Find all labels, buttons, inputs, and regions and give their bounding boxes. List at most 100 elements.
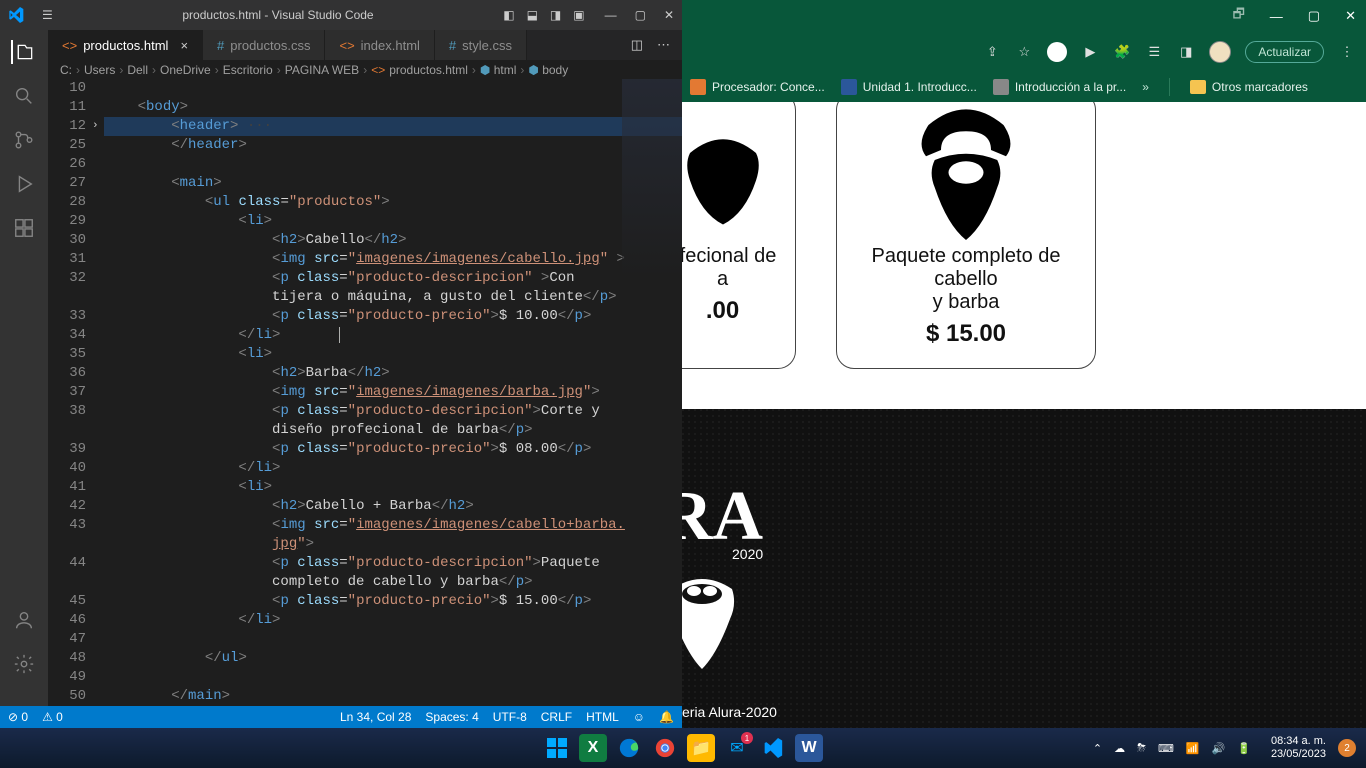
browser-restore-down-icon[interactable]: 🗗	[1233, 5, 1245, 27]
product-desc: Paquete completo de cabelloy barba	[853, 245, 1079, 314]
editor-tab[interactable]: <>index.html	[325, 30, 434, 60]
fold-icon[interactable]: ›	[92, 117, 99, 136]
bookmark-item[interactable]: Procesador: Conce...	[690, 79, 825, 95]
volume-icon[interactable]: 🔊	[1212, 742, 1226, 755]
minimap[interactable]	[622, 79, 682, 279]
status-lang[interactable]: HTML	[586, 710, 619, 724]
debug-icon[interactable]	[12, 172, 36, 196]
product-image-cabello-barba	[881, 105, 1051, 245]
excel-app-icon[interactable]: X	[579, 734, 607, 762]
system-tray: ⌃ ☁ ⛈ ⌨ 📶 🔊 🔋 08:34 a. m. 23/05/2023 2	[1093, 735, 1356, 761]
browser-title-bar[interactable]: 🗗 — ▢ ✕	[682, 0, 1366, 32]
word-app-icon[interactable]: W	[795, 734, 823, 762]
breadcrumb-segment[interactable]: productos.html	[389, 63, 468, 77]
keyboard-lang-icon[interactable]: ⌨	[1158, 742, 1174, 755]
taskbar-clock[interactable]: 08:34 a. m. 23/05/2023	[1271, 735, 1326, 761]
panel-right-icon[interactable]: ◨	[550, 8, 561, 22]
weather-icon[interactable]: ⛈	[1137, 742, 1146, 755]
breadcrumb-segment[interactable]: Users	[84, 63, 115, 77]
code-editor[interactable]: 1011122526272829303132333435363738394041…	[48, 79, 682, 706]
product-price: .00	[706, 297, 739, 325]
bookmark-item[interactable]: Unidad 1. Introducc...	[841, 79, 977, 95]
html-file-icon: <>	[62, 38, 77, 53]
product-card-cabello-barba: Paquete completo de cabelloy barba $ 15.…	[836, 102, 1096, 369]
side-panel-icon[interactable]: ◨	[1177, 43, 1195, 61]
update-button[interactable]: Actualizar	[1245, 41, 1324, 63]
breadcrumb-segment[interactable]: ⬢ body	[528, 63, 568, 77]
status-bell-icon[interactable]: 🔔	[659, 710, 674, 724]
webpage-content[interactable]: ofecional dea .00 Paquete completo de ca…	[682, 102, 1366, 728]
browser-menu-icon[interactable]: ⋮	[1338, 43, 1356, 61]
breadcrumb-segment[interactable]: C:	[60, 63, 72, 77]
vscode-logo-icon	[8, 7, 24, 23]
maximize-button[interactable]: ▢	[635, 8, 646, 22]
window-title: productos.html - Visual Studio Code	[53, 8, 503, 22]
notifications-badge[interactable]: 2	[1338, 739, 1356, 757]
close-tab-icon[interactable]: ×	[180, 38, 188, 53]
taskbar-apps: X 📁 ✉1 W	[543, 734, 823, 762]
split-editor-icon[interactable]: ◫	[631, 37, 643, 53]
folder-icon	[1190, 80, 1206, 94]
search-icon[interactable]	[12, 84, 36, 108]
panel-bottom-icon[interactable]: ⬓	[527, 8, 538, 22]
onedrive-icon[interactable]: ☁	[1114, 742, 1125, 755]
browser-minimize-icon[interactable]: —	[1270, 9, 1283, 24]
status-feedback-icon[interactable]: ☺	[633, 710, 645, 724]
browser-close-icon[interactable]: ✕	[1345, 8, 1356, 24]
breadcrumb-segment[interactable]: Escritorio	[223, 63, 273, 77]
breadcrumb-segment[interactable]: Dell	[127, 63, 148, 77]
browser-maximize-icon[interactable]: ▢	[1308, 8, 1320, 24]
bookmark-star-icon[interactable]: ☆	[1015, 43, 1033, 61]
start-button[interactable]	[543, 734, 571, 762]
vscode-window: ☰ productos.html - Visual Studio Code ◧ …	[0, 0, 682, 728]
breadcrumb-segment[interactable]: ⬢ html	[480, 63, 516, 77]
customize-layout-icon[interactable]: ▣	[573, 8, 584, 22]
profile-avatar[interactable]	[1209, 41, 1231, 63]
scm-icon[interactable]	[12, 128, 36, 152]
account-icon[interactable]	[12, 608, 36, 632]
vscode-title-bar[interactable]: ☰ productos.html - Visual Studio Code ◧ …	[0, 0, 682, 30]
other-bookmarks[interactable]: Otros marcadores	[1190, 80, 1308, 94]
file-explorer-icon[interactable]: 📁	[687, 734, 715, 762]
edge-app-icon[interactable]	[615, 734, 643, 762]
network-icon[interactable]: 📶	[1186, 742, 1200, 755]
mail-app-icon[interactable]: ✉1	[723, 734, 751, 762]
extension-shield-icon[interactable]	[1047, 42, 1067, 62]
share-icon[interactable]: ⇪	[983, 43, 1001, 61]
reading-list-icon[interactable]: ☰	[1145, 43, 1163, 61]
status-warnings[interactable]: ⚠ 0	[42, 710, 63, 724]
close-button[interactable]: ✕	[664, 8, 674, 22]
extensions-icon[interactable]	[12, 216, 36, 240]
status-spaces[interactable]: Spaces: 4	[425, 710, 478, 724]
explorer-icon[interactable]	[11, 40, 35, 64]
tray-overflow-icon[interactable]: ⌃	[1093, 742, 1102, 755]
bookmark-favicon	[690, 79, 706, 95]
minimize-button[interactable]: —	[605, 8, 617, 22]
status-eol[interactable]: CRLF	[541, 710, 572, 724]
breadcrumb-segment[interactable]: PAGINA WEB	[285, 63, 359, 77]
breadcrumb-segment[interactable]: OneDrive	[160, 63, 211, 77]
activity-bar	[0, 30, 48, 706]
bookmarks-overflow-icon[interactable]: »	[1142, 80, 1149, 94]
footer-year: 2020	[732, 546, 763, 562]
editor-tab[interactable]: #style.css	[435, 30, 527, 60]
status-cursor[interactable]: Ln 34, Col 28	[340, 710, 411, 724]
settings-gear-icon[interactable]	[12, 652, 36, 676]
chrome-app-icon[interactable]	[651, 734, 679, 762]
breadcrumb[interactable]: C:›Users›Dell›OneDrive›Escritorio›PAGINA…	[48, 60, 682, 79]
status-bar: ⊘ 0 ⚠ 0 Ln 34, Col 28 Spaces: 4 UTF-8 CR…	[0, 706, 682, 728]
editor-tab[interactable]: #productos.css	[203, 30, 325, 60]
more-actions-icon[interactable]: ⋯	[657, 37, 670, 53]
menu-icon[interactable]: ☰	[42, 8, 53, 22]
bookmark-item[interactable]: Introducción a la pr...	[993, 79, 1126, 95]
status-errors[interactable]: ⊘ 0	[8, 710, 28, 724]
panel-left-icon[interactable]: ◧	[503, 8, 514, 22]
product-price: $ 15.00	[926, 320, 1006, 348]
editor-tab[interactable]: <>productos.html×	[48, 30, 203, 60]
extensions-puzzle-icon[interactable]: 🧩	[1113, 43, 1131, 61]
vscode-app-icon[interactable]	[759, 734, 787, 762]
status-encoding[interactable]: UTF-8	[493, 710, 527, 724]
battery-icon[interactable]: 🔋	[1237, 742, 1251, 755]
windows-taskbar: X 📁 ✉1 W ⌃ ☁ ⛈ ⌨ 📶 🔊 🔋 08:34 a. m. 23/05…	[0, 728, 1366, 768]
extension-play-icon[interactable]: ▶	[1081, 43, 1099, 61]
